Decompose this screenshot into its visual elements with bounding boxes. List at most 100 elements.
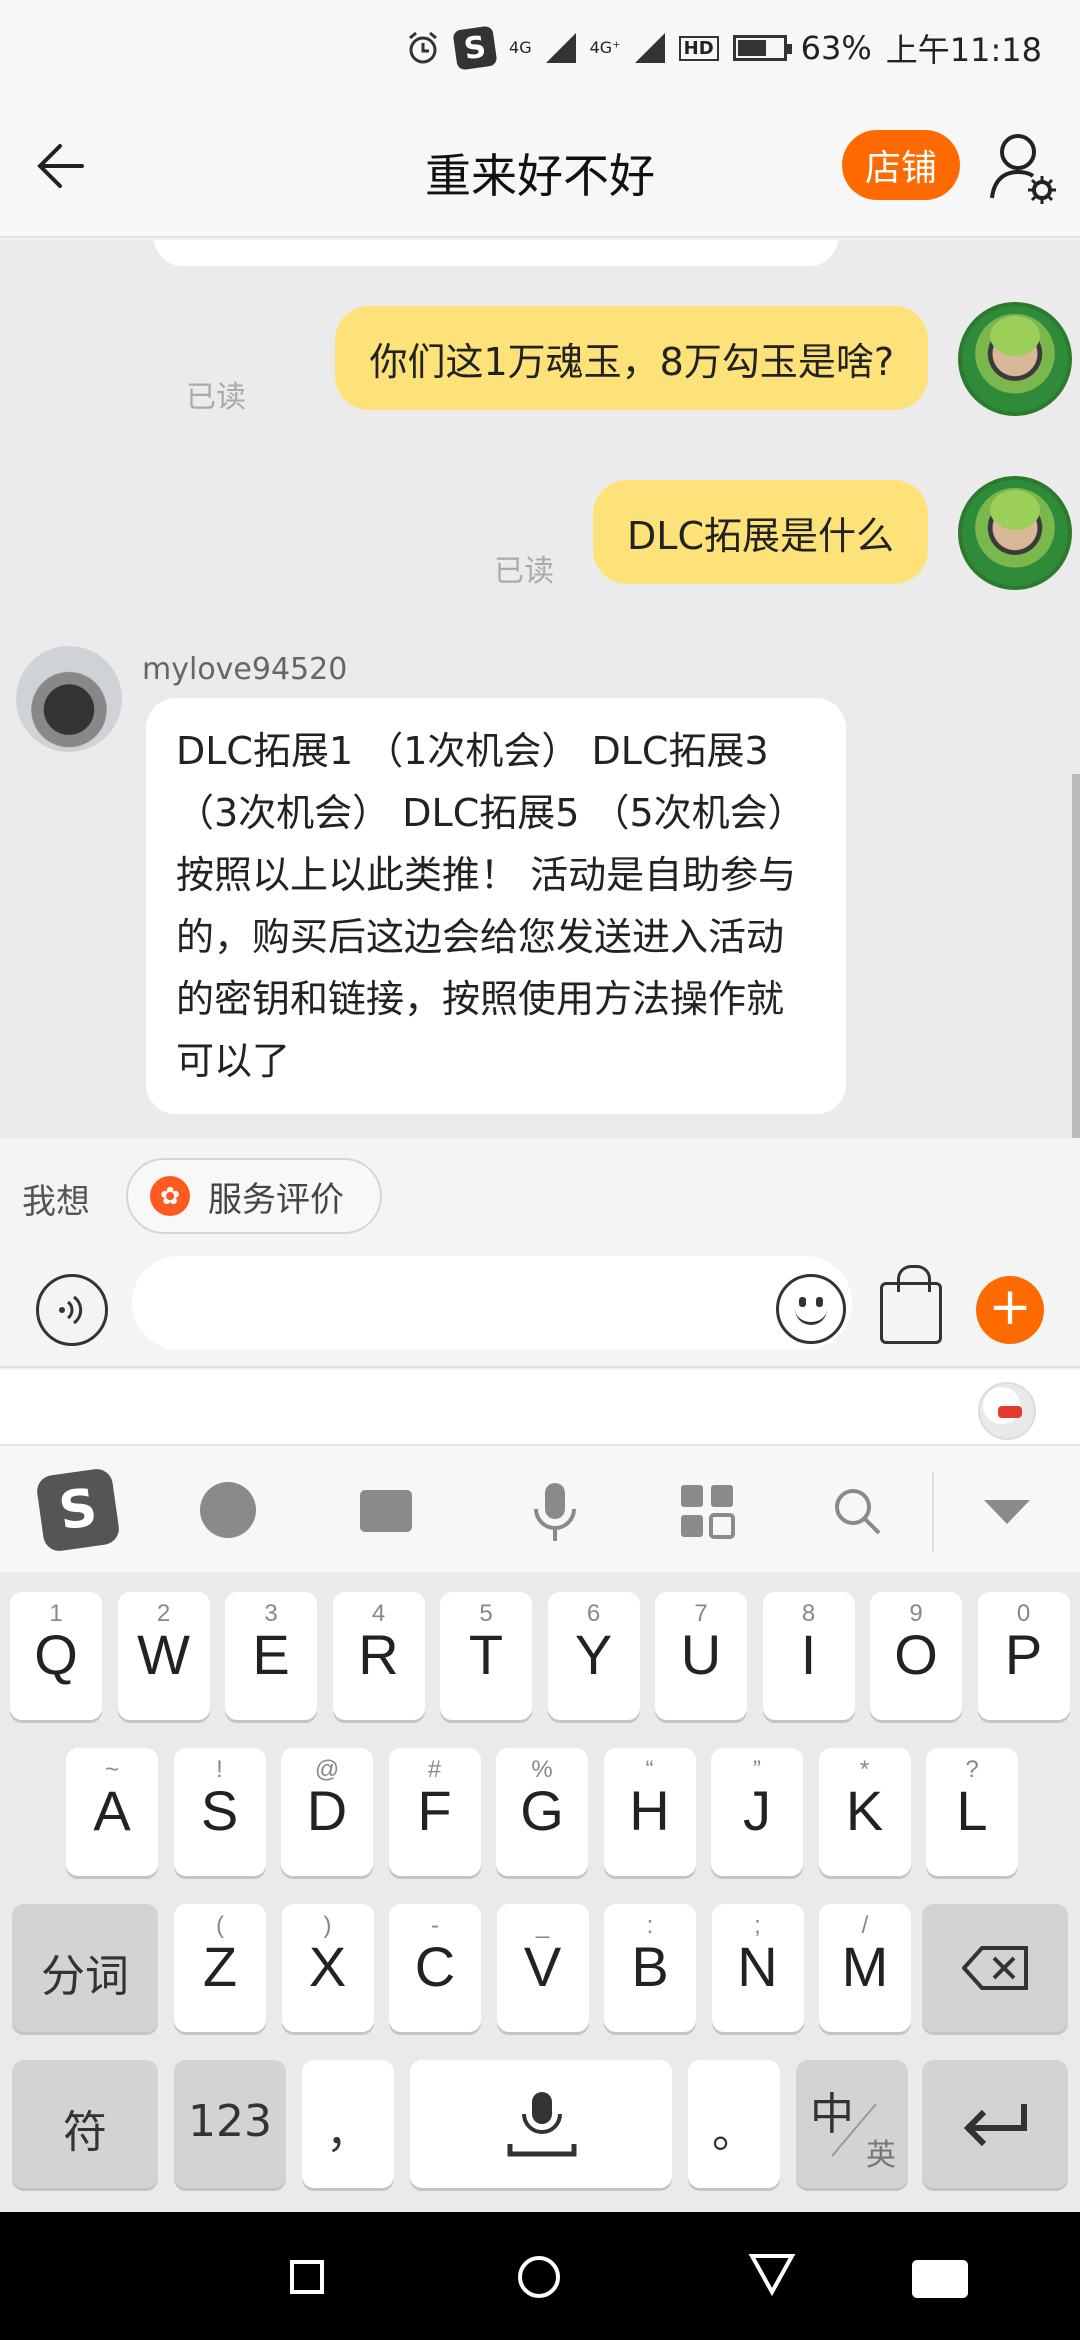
key-q[interactable]: 1Q	[10, 1592, 102, 1720]
key-o[interactable]: 9O	[870, 1592, 962, 1720]
key-y[interactable]: 6Y	[547, 1592, 640, 1720]
sound-wave-icon	[59, 1295, 83, 1325]
quick-reply-label: 我想	[22, 1182, 90, 1222]
triangle-back-icon	[748, 2254, 796, 2297]
key-v[interactable]: _ V	[496, 1904, 589, 2032]
ime-candidate-bar	[0, 1370, 1080, 1446]
network-4g: 4G	[509, 38, 532, 57]
emoji-panel-icon[interactable]	[200, 1482, 256, 1538]
keyboard-layout-icon[interactable]	[360, 1490, 412, 1532]
chat-message-list[interactable]: 已读 你们这1万魂玉，8万勾玉是啥? 已读 DLC拓展是什么 mylove945…	[0, 240, 1080, 1138]
key-z[interactable]: (Z	[174, 1904, 266, 2032]
key-label: H	[629, 1779, 670, 1842]
microphone-icon[interactable]	[520, 1476, 590, 1546]
key-label: S	[200, 1779, 239, 1842]
comma-key[interactable]: ，	[302, 2060, 394, 2188]
my-avatar[interactable]	[958, 476, 1072, 590]
scrollbar[interactable]	[1072, 774, 1080, 1138]
emoji-button[interactable]	[776, 1274, 846, 1344]
key-c[interactable]: -C	[389, 1904, 481, 2032]
backspace-key[interactable]	[922, 1904, 1068, 2032]
seller-avatar[interactable]	[16, 646, 122, 752]
key-u[interactable]: 7U	[655, 1592, 747, 1720]
message-input[interactable]	[132, 1256, 852, 1350]
key-label: B	[631, 1935, 669, 1998]
ime-mascot-icon[interactable]	[978, 1382, 1036, 1440]
search-icon[interactable]	[822, 1476, 892, 1546]
key-label: 。	[712, 2107, 756, 2158]
key-t[interactable]: 5T	[440, 1592, 532, 1720]
key-label: C	[414, 1935, 456, 1998]
key-k[interactable]: * K	[818, 1748, 911, 1876]
key-label: M	[841, 1935, 889, 1998]
system-navigation-bar	[0, 2212, 1080, 2340]
status-bar: S 4G 4G⁺ HD 63% 上午11:18	[0, 0, 1080, 96]
service-review-chip[interactable]: ✿ 服务评价	[126, 1158, 382, 1234]
network-4g-plus: 4G⁺	[589, 38, 621, 57]
read-receipt: 已读	[494, 554, 554, 589]
key-h[interactable]: “H	[603, 1748, 696, 1876]
sogou-logo-icon[interactable]: S	[35, 1467, 121, 1553]
key-label: Y	[574, 1623, 613, 1686]
language-switch-key[interactable]: 中英	[796, 2060, 908, 2188]
more-button[interactable]: +	[976, 1276, 1044, 1344]
key-label: F	[417, 1779, 452, 1842]
space-key[interactable]	[410, 2060, 672, 2188]
recent-apps-button[interactable]	[290, 2260, 324, 2294]
shop-button[interactable]: 店铺	[842, 130, 960, 200]
key-label: G	[520, 1779, 564, 1842]
message-bubble-me[interactable]: 你们这1万魂玉，8万勾玉是啥?	[335, 306, 928, 410]
key-p[interactable]: 0P	[977, 1592, 1070, 1720]
keyboard-switch-icon[interactable]	[912, 2260, 968, 2298]
key-e[interactable]: 3E	[225, 1592, 317, 1720]
key-f[interactable]: # F	[388, 1748, 481, 1876]
segment-word-key[interactable]: 分词	[12, 1904, 158, 2032]
toolbox-grid-icon[interactable]	[672, 1476, 742, 1546]
toolbar-divider	[932, 1472, 934, 1552]
key-l[interactable]: ? L	[926, 1748, 1018, 1876]
ime-toolbar: S	[0, 1446, 1080, 1572]
key-label: X	[308, 1935, 347, 1998]
sender-name: mylove94520	[142, 652, 348, 687]
mic-space-icon	[507, 2092, 577, 2157]
back-nav-button[interactable]	[748, 2252, 796, 2300]
key-d[interactable]: @ D	[281, 1748, 373, 1876]
key-label: Q	[34, 1623, 78, 1686]
key-label: I	[800, 1623, 817, 1686]
key-label: A	[93, 1779, 131, 1842]
voice-input-button[interactable]	[36, 1274, 108, 1346]
key-label: V	[523, 1935, 562, 1998]
alarm-icon	[405, 30, 441, 66]
collapse-keyboard-icon[interactable]	[972, 1476, 1042, 1546]
key-i[interactable]: 8I	[762, 1592, 855, 1720]
key-label: Z	[202, 1935, 238, 1998]
quick-reply-bar: 我想 ✿ 服务评价	[0, 1138, 1080, 1256]
backspace-icon	[962, 1946, 1028, 1990]
key-b[interactable]: :B	[604, 1904, 696, 2032]
enter-key[interactable]	[922, 2060, 1068, 2188]
key-a[interactable]: ~ A	[66, 1748, 158, 1876]
numbers-key[interactable]: 123	[174, 2060, 286, 2188]
message-bubble-me[interactable]: DLC拓展是什么	[593, 480, 928, 584]
symbols-key[interactable]: 符	[12, 2060, 158, 2188]
my-avatar[interactable]	[958, 302, 1072, 416]
sogou-notification-icon: S	[452, 25, 498, 71]
key-s[interactable]: ! S	[173, 1748, 266, 1876]
shopping-bag-button[interactable]	[880, 1265, 942, 1344]
key-label: R	[358, 1623, 399, 1686]
flower-icon: ✿	[150, 1176, 190, 1216]
key-j[interactable]: ” J	[711, 1748, 803, 1876]
key-w[interactable]: 2W	[117, 1592, 210, 1720]
user-gear-icon	[990, 134, 1056, 204]
key-label: 符	[63, 2107, 107, 2158]
home-button[interactable]	[518, 2256, 560, 2298]
period-key[interactable]: 。	[688, 2060, 780, 2188]
key-r[interactable]: 4R	[332, 1592, 425, 1720]
signal-icon-2	[634, 33, 665, 63]
key-x[interactable]: ) X	[281, 1904, 374, 2032]
key-g[interactable]: % G	[496, 1748, 588, 1876]
key-n[interactable]: ; N	[711, 1904, 804, 2032]
key-m[interactable]: / M	[819, 1904, 911, 2032]
profile-settings-button[interactable]	[988, 130, 1058, 206]
message-bubble-other[interactable]: DLC拓展1 （1次机会） DLC拓展3 （3次机会） DLC拓展5 （5次机会…	[146, 698, 846, 1114]
